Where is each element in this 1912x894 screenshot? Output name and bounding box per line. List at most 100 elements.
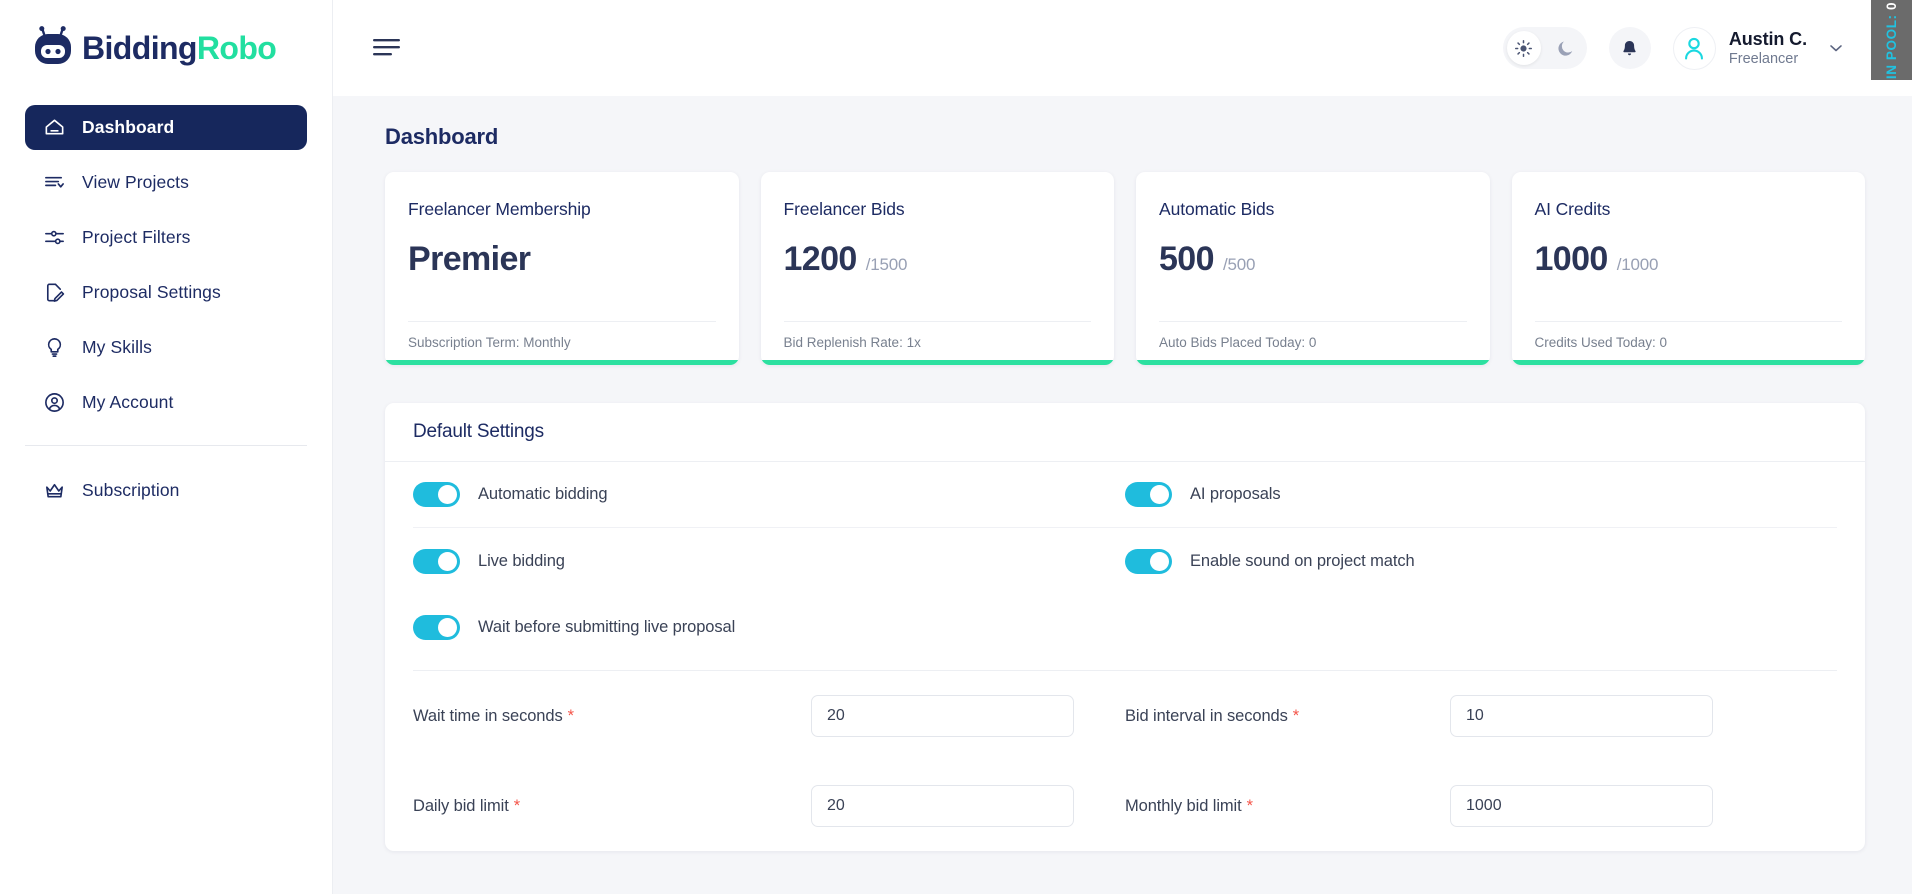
toggle-row-ai-proposals: AI proposals xyxy=(1125,462,1837,528)
crown-icon xyxy=(46,483,63,498)
sidebar-item-label: Proposal Settings xyxy=(82,282,221,302)
stat-card: Freelancer Bids 1200 /1500 Bid Replenish… xyxy=(760,172,1114,365)
toggle-live-bidding[interactable] xyxy=(413,548,460,574)
sidebar-item-proposal-settings[interactable]: Proposal Settings xyxy=(25,270,307,315)
moon-icon-wrap[interactable] xyxy=(1549,31,1583,65)
user-meta: Austin C. Freelancer xyxy=(1729,29,1807,67)
list-check-icon xyxy=(45,176,64,188)
toggle-ai-proposals[interactable] xyxy=(1125,482,1172,507)
stat-card-sub: /500 xyxy=(1222,255,1256,274)
user-circle-icon xyxy=(45,393,64,412)
bell-icon xyxy=(1623,40,1637,55)
toggle-row-empty xyxy=(1125,594,1837,660)
in-pool-text: IN POOL: 0 xyxy=(1884,1,1899,78)
sidebar-item-label: View Projects xyxy=(82,172,189,192)
document-edit-icon xyxy=(46,283,65,302)
stat-card-accent-bar xyxy=(1136,360,1490,365)
toggle-automatic-bidding[interactable] xyxy=(413,482,460,507)
home-icon xyxy=(45,119,64,135)
stat-cards: Freelancer Membership Premier Subscripti… xyxy=(385,172,1865,365)
stat-card-value-row: 1200 /1500 xyxy=(784,240,1092,279)
in-pool-label: IN POOL: xyxy=(1884,13,1899,79)
monthly-bid-limit-input[interactable] xyxy=(1450,785,1713,827)
required-marker: * xyxy=(567,706,574,725)
stat-card-footer: Credits Used Today: 0 xyxy=(1534,335,1668,350)
field-label-text: Bid interval in seconds xyxy=(1125,706,1288,725)
wait-time-input[interactable] xyxy=(811,695,1074,737)
field-label: Wait time in seconds * xyxy=(413,707,811,726)
sliders-icon xyxy=(45,230,64,245)
stat-card-value: 500 xyxy=(1159,240,1215,278)
sidebar-item-my-skills[interactable]: My Skills xyxy=(25,325,307,370)
toggle-row-automatic-bidding: Automatic bidding xyxy=(413,462,1125,528)
field-row-daily-bid-limit: Daily bid limit * xyxy=(413,761,1125,851)
stat-card-value: 1200 xyxy=(783,240,858,278)
brand-name-part2: Robo xyxy=(196,29,277,66)
fields-grid: Wait time in seconds* Bid interval in se… xyxy=(413,671,1837,851)
sidebar-item-dashboard[interactable]: Dashboard xyxy=(25,105,307,150)
brand-logo[interactable]: BiddingRobo xyxy=(0,0,332,96)
stat-card-sub: /1500 xyxy=(865,255,908,274)
daily-bid-limit-input[interactable] xyxy=(811,785,1074,827)
field-label-text: Monthly bid limit xyxy=(1125,796,1242,815)
panel-header: Default Settings xyxy=(385,403,1865,462)
user-menu[interactable]: Austin C. Freelancer xyxy=(1672,26,1846,70)
stat-card-footer: Auto Bids Placed Today: 0 xyxy=(1159,335,1317,350)
toggle-label: Enable sound on project match xyxy=(1190,551,1415,570)
in-pool-tab[interactable]: IN POOL: 0 xyxy=(1871,0,1912,80)
toggle-row-wait-before-submitting: Wait before submitting live proposal xyxy=(413,594,1125,660)
sidebar-item-my-account[interactable]: My Account xyxy=(25,380,307,425)
toggle-knob xyxy=(1150,485,1169,504)
app-root: BiddingRobo Dashboard View Projects Proj… xyxy=(0,0,1912,894)
stat-card: AI Credits 1000 /1000 Credits Used Today… xyxy=(1511,172,1865,365)
notifications-button[interactable] xyxy=(1608,27,1651,69)
field-label: Daily bid limit * xyxy=(413,797,811,816)
required-marker: * xyxy=(1246,796,1253,815)
stat-card: Freelancer Membership Premier Subscripti… xyxy=(385,172,739,365)
sidebar-item-subscription[interactable]: Subscription xyxy=(25,468,307,513)
chevron-down-icon[interactable] xyxy=(1826,38,1846,58)
toggle-knob xyxy=(1150,551,1169,571)
field-label-text: Wait time in seconds xyxy=(413,706,563,725)
theme-toggle[interactable] xyxy=(1502,27,1587,69)
sidebar-item-project-filters[interactable]: Project Filters xyxy=(25,215,307,260)
lightbulb-icon xyxy=(47,338,62,357)
in-pool-count: 0 xyxy=(1884,1,1899,10)
main-area: Austin C. Freelancer Dashboard Freelance… xyxy=(333,0,1912,894)
topbar-right: Austin C. Freelancer xyxy=(1502,26,1846,70)
toggle-label: Wait before submitting live proposal xyxy=(478,617,736,636)
sidebar-item-label: Subscription xyxy=(82,480,180,500)
topbar: Austin C. Freelancer xyxy=(333,0,1912,96)
toggles-grid: Automatic bidding AI proposals Live bidd… xyxy=(413,462,1837,660)
stat-card-footer: Subscription Term: Monthly xyxy=(408,335,571,350)
user-name: Austin C. xyxy=(1728,28,1807,49)
toggle-enable-sound-on-project-match[interactable] xyxy=(1125,548,1172,574)
panel-body: Automatic bidding AI proposals Live bidd… xyxy=(385,462,1865,851)
field-row-bid-interval: Bid interval in seconds * xyxy=(1125,671,1837,761)
hamburger-icon[interactable] xyxy=(373,37,400,59)
field-row-wait-time: Wait time in seconds * xyxy=(413,671,1125,761)
stat-card-title: Freelancer Membership xyxy=(408,199,591,219)
sun-icon-wrap[interactable] xyxy=(1507,31,1541,65)
sidebar-divider xyxy=(25,445,307,446)
required-marker: * xyxy=(1292,706,1300,725)
toggle-label: Live bidding xyxy=(478,551,565,570)
toggle-label: Automatic bidding xyxy=(478,485,608,503)
toggle-knob xyxy=(438,551,457,571)
field-label: Bid interval in seconds * xyxy=(1125,707,1450,726)
toggle-wait-before-submitting-live-proposal[interactable] xyxy=(413,614,460,640)
robot-icon xyxy=(35,26,71,64)
required-marker: * xyxy=(513,796,521,815)
sidebar-item-label: My Skills xyxy=(82,337,152,357)
user-avatar-icon xyxy=(1685,37,1704,60)
stat-card-accent-bar xyxy=(385,360,739,365)
stat-card-title: Automatic Bids xyxy=(1159,199,1275,219)
stat-card-accent-bar xyxy=(760,360,1114,365)
bid-interval-input[interactable] xyxy=(1450,695,1713,737)
content-area: Dashboard Freelancer Membership Premier … xyxy=(333,96,1912,894)
sidebar-item-view-projects[interactable]: View Projects xyxy=(25,160,307,205)
avatar xyxy=(1672,26,1716,70)
toggle-knob xyxy=(438,617,457,637)
stat-card-title: Freelancer Bids xyxy=(783,199,905,219)
stat-card-value-row: 500 /500 xyxy=(1159,240,1467,279)
